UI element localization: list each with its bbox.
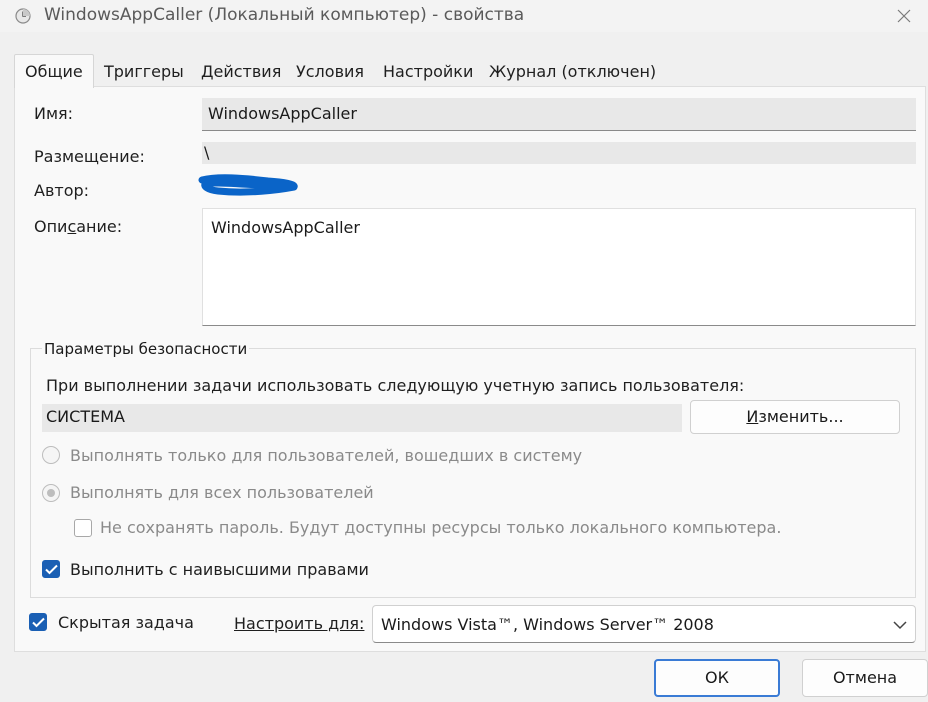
run-all-users-radio[interactable] xyxy=(42,484,60,502)
change-user-button[interactable]: Изменить... xyxy=(690,400,900,434)
security-group-title: Параметры безопасности xyxy=(42,340,250,358)
run-all-users-label: Выполнять для всех пользователей xyxy=(70,483,374,502)
tab-actions[interactable]: Действия xyxy=(201,58,281,86)
change-button-label: зменить... xyxy=(758,407,844,426)
tab-conditions[interactable]: Условия xyxy=(296,58,364,86)
description-label: Описание: xyxy=(34,217,123,236)
name-field[interactable]: WindowsAppCaller xyxy=(202,98,916,131)
location-field: \ xyxy=(202,142,916,164)
redacted-author-scribble xyxy=(198,174,298,196)
description-textarea[interactable]: WindowsAppCaller xyxy=(202,208,916,326)
location-label: Размещение: xyxy=(34,147,145,166)
location-value: \ xyxy=(204,143,210,162)
tab-triggers[interactable]: Триггеры xyxy=(104,58,184,86)
dont-store-password-checkbox[interactable] xyxy=(74,519,92,537)
run-logged-on-label: Выполнять только для пользователей, воше… xyxy=(70,446,583,465)
run-logged-on-radio[interactable] xyxy=(42,446,60,464)
author-label: Автор: xyxy=(34,181,90,200)
window-title: WindowsAppCaller (Локальный компьютер) -… xyxy=(44,5,525,25)
configure-for-dropdown[interactable]: Windows Vista™, Windows Server™ 2008 xyxy=(372,605,916,643)
hidden-task-checkbox[interactable] xyxy=(29,613,47,631)
account-prompt: При выполнении задачи использовать следу… xyxy=(46,376,745,395)
chevron-down-icon xyxy=(893,621,907,630)
task-scheduler-clock-icon xyxy=(15,8,31,24)
name-value: WindowsAppCaller xyxy=(208,104,357,123)
ok-button[interactable]: ОК xyxy=(654,659,780,697)
tab-general[interactable]: Общие xyxy=(14,54,94,88)
change-button-mnemonic: И xyxy=(746,407,759,426)
account-field: СИСТЕМА xyxy=(42,404,682,432)
close-button[interactable] xyxy=(882,0,928,32)
configure-for-value: Windows Vista™, Windows Server™ 2008 xyxy=(381,615,714,634)
title-bar: WindowsAppCaller (Локальный компьютер) -… xyxy=(0,0,928,32)
highest-privileges-label: Выполнить с наивысшими правами xyxy=(70,560,369,579)
hidden-task-label: Скрытая задача xyxy=(58,613,194,632)
tab-settings[interactable]: Настройки xyxy=(383,58,473,86)
configure-for-label: Настроить для: xyxy=(234,614,365,633)
checkmark-icon xyxy=(45,564,58,575)
dont-store-password-label: Не сохранять пароль. Будут доступны ресу… xyxy=(100,518,782,537)
highest-privileges-checkbox[interactable] xyxy=(42,560,60,578)
name-label: Имя: xyxy=(34,104,74,123)
tab-history[interactable]: Журнал (отключен) xyxy=(489,58,656,86)
checkmark-icon xyxy=(32,617,45,628)
close-icon xyxy=(897,9,911,23)
description-value: WindowsAppCaller xyxy=(211,218,360,237)
account-value: СИСТЕМА xyxy=(46,407,125,426)
cancel-button[interactable]: Отмена xyxy=(802,659,928,697)
